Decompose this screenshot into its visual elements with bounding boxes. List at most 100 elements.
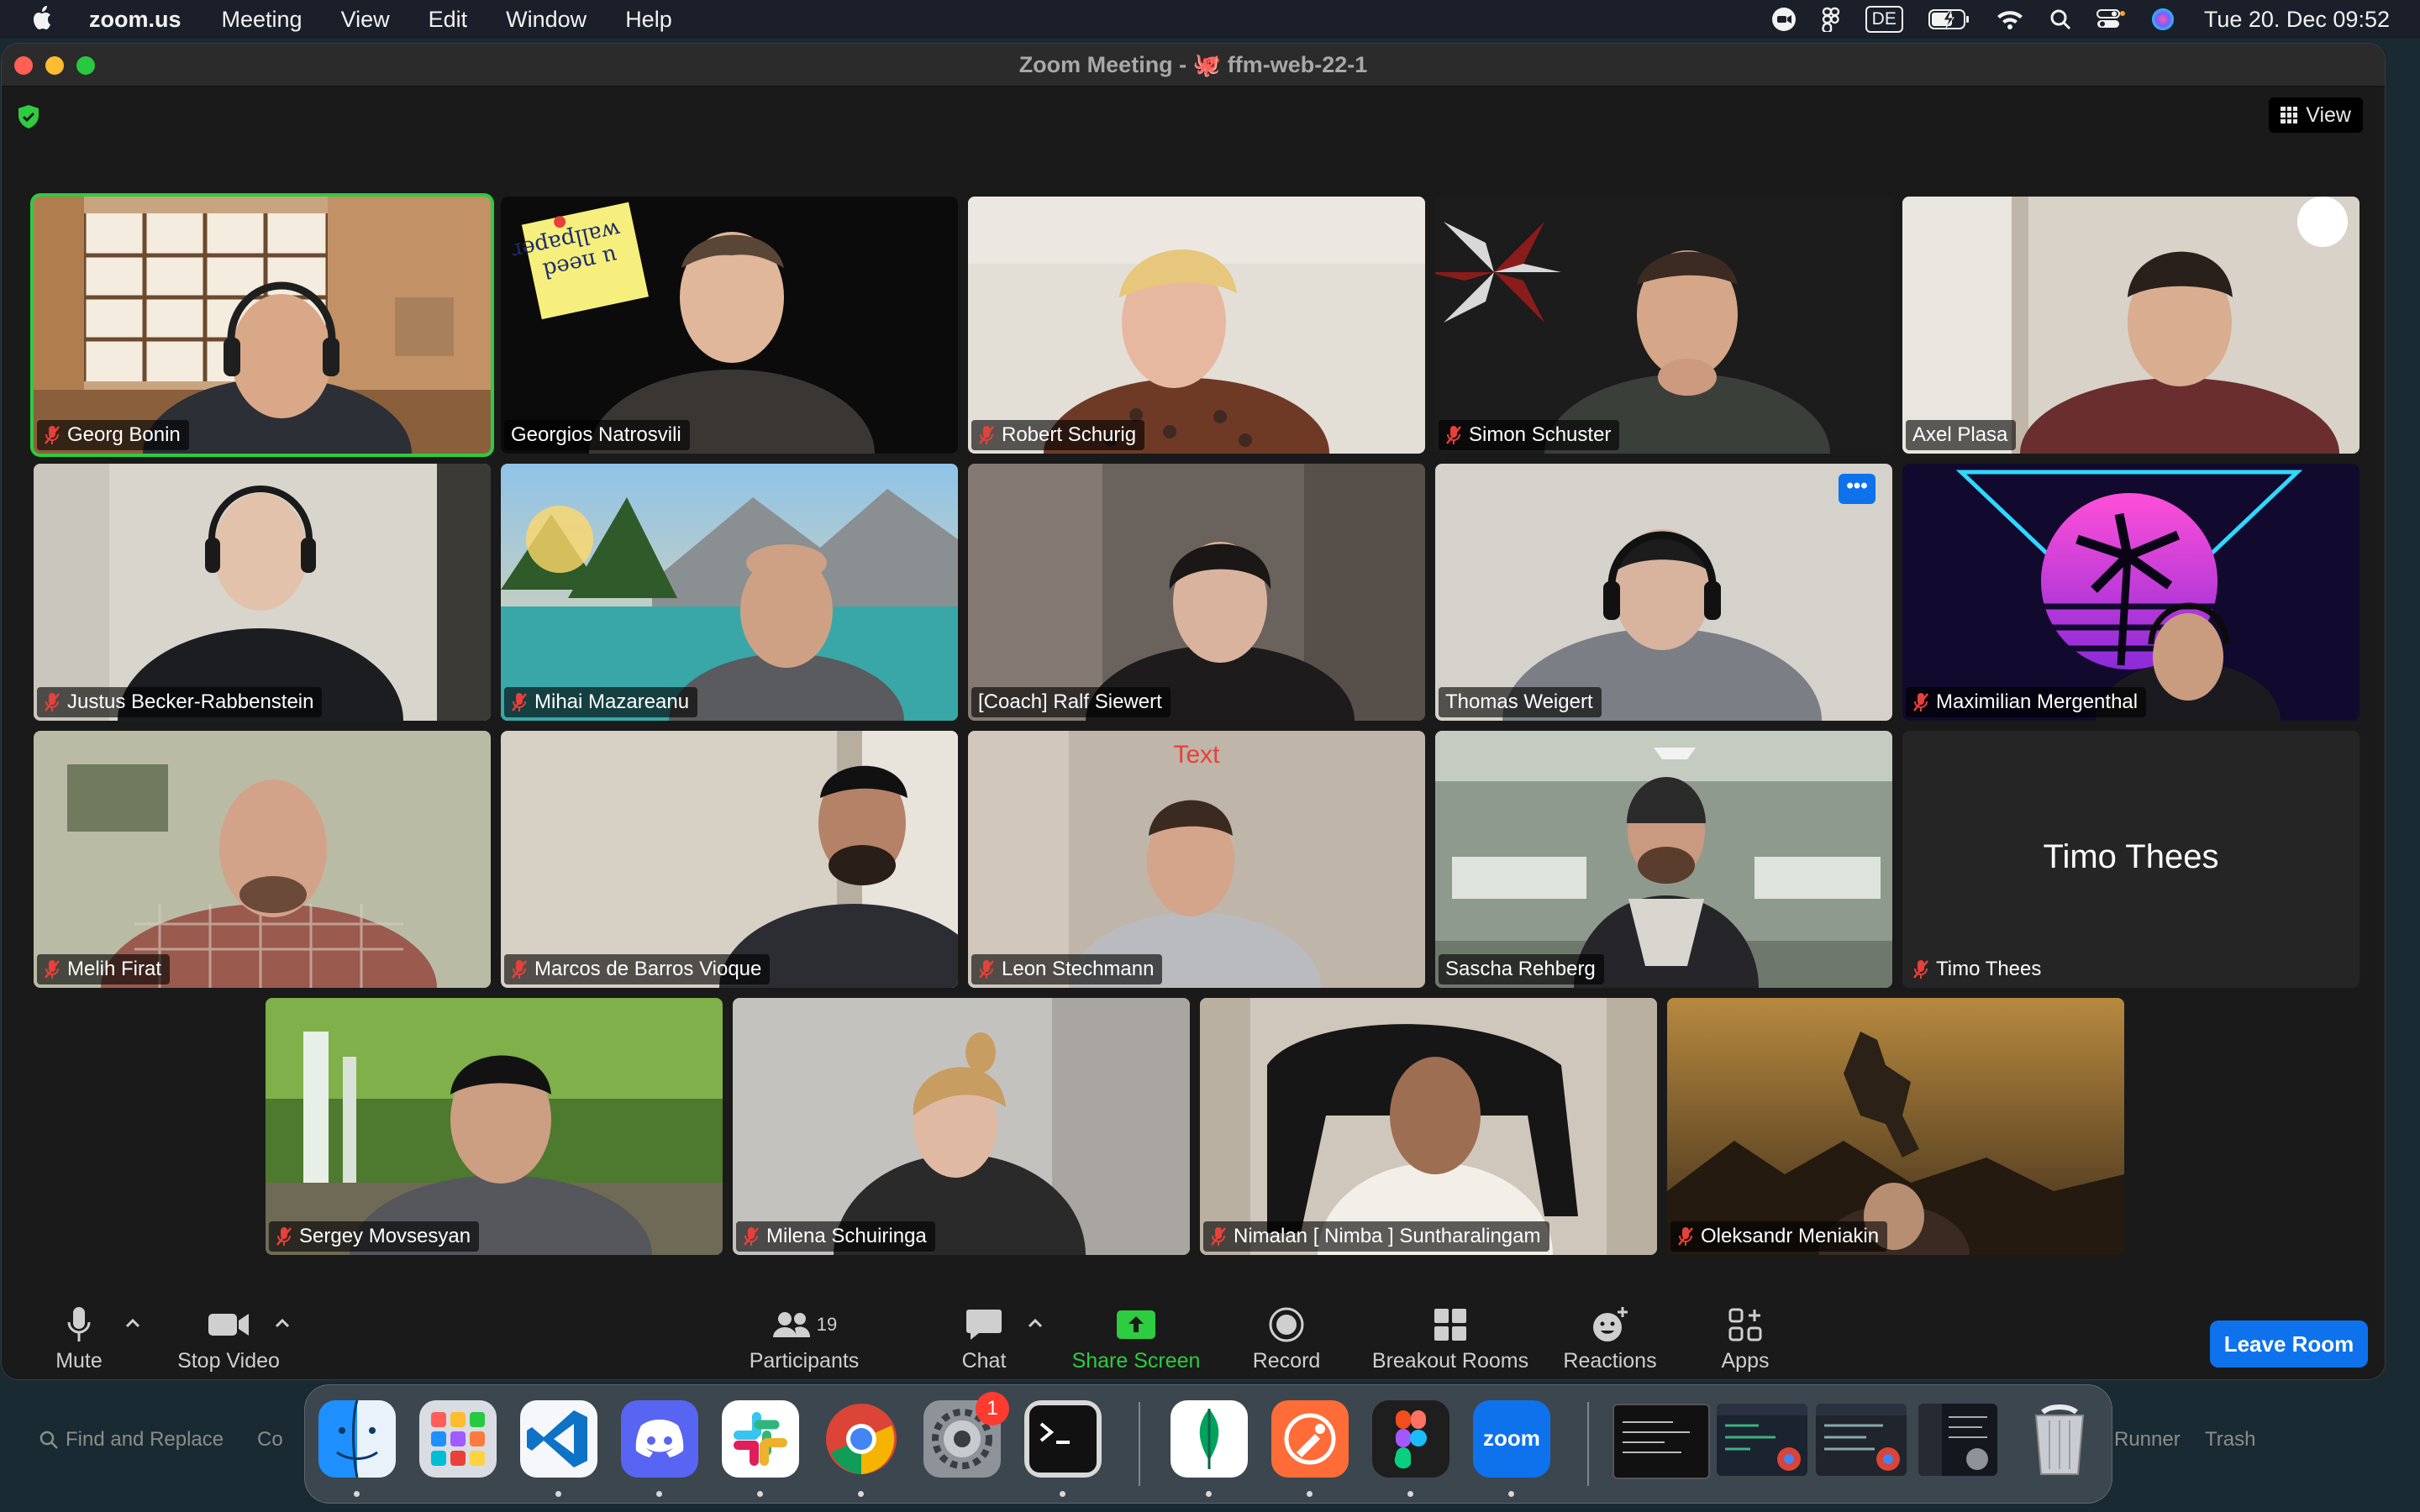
video-tile-ralf-siewert[interactable]: [Coach] Ralf Siewert <box>968 464 1425 721</box>
terminal-dock-icon[interactable] <box>1024 1400 1102 1478</box>
video-feed <box>1902 197 2360 454</box>
video-tile-simon-schuster[interactable]: Simon Schuster <box>1435 197 1892 454</box>
encryption-shield-icon[interactable] <box>17 104 40 129</box>
video-tile-georgios-natrosvili[interactable]: u need wallpaper Georgios Natrosvili <box>501 197 958 454</box>
figma-dock-icon[interactable] <box>1372 1400 1449 1478</box>
video-tile-maximilian-mergenthal[interactable]: Maximilian Mergenthal <box>1902 464 2360 721</box>
participant-more-options-button[interactable]: ••• <box>1839 474 1876 504</box>
video-tile-marcos-de-barros-vioque[interactable]: Marcos de Barros Vioque <box>501 731 958 988</box>
postman-dock-icon[interactable] <box>1271 1400 1349 1478</box>
grid-view-icon <box>2281 107 2298 123</box>
settings-notification-badge: 1 <box>976 1392 1009 1425</box>
menu-app-name[interactable]: zoom.us <box>89 7 182 33</box>
video-tile-thomas-weigert[interactable]: ••• Thomas Weigert <box>1435 464 1892 721</box>
muted-mic-icon <box>1678 1227 1693 1246</box>
video-feed <box>34 731 491 988</box>
video-options-chevron-icon[interactable] <box>274 1317 291 1329</box>
video-tile-robert-schurig[interactable]: Robert Schurig <box>968 197 1425 454</box>
record-icon <box>1269 1307 1304 1342</box>
trash-dock-icon[interactable] <box>2021 1400 2098 1478</box>
participant-name: Oleksandr Meniakin <box>1701 1225 1880 1247</box>
video-tile-axel-plasa[interactable]: Axel Plasa <box>1902 197 2360 454</box>
chat-options-chevron-icon[interactable] <box>1027 1317 1044 1329</box>
participants-icon <box>772 1312 810 1337</box>
mongodb-compass-dock-icon[interactable] <box>1171 1400 1248 1478</box>
find-replace-label: Find and Replace <box>66 1428 224 1451</box>
video-tile-sergey-movsesyan[interactable]: Sergey Movsesyan <box>266 998 723 1255</box>
vscode-dock-icon[interactable] <box>520 1400 597 1478</box>
chrome-dock-icon[interactable] <box>823 1400 900 1478</box>
minimized-browser-window-1[interactable] <box>1717 1404 1807 1476</box>
slack-dock-icon[interactable] <box>722 1400 799 1478</box>
minimized-settings-window[interactable] <box>1918 1404 1997 1476</box>
video-feed <box>1435 197 1892 454</box>
menu-edit[interactable]: Edit <box>429 7 468 33</box>
wifi-icon[interactable] <box>1996 8 2024 30</box>
window-titlebar[interactable]: Zoom Meeting - 🐙 ffm-web-22-1 <box>2 44 2385 87</box>
runner-item[interactable]: Runner <box>2114 1428 2181 1452</box>
participant-name-tag: Axel Plasa <box>1906 420 2017 450</box>
muted-mic-icon <box>744 1227 759 1246</box>
figma-status-icon[interactable] <box>1821 7 1840 32</box>
video-tile-milena-schuiringa[interactable]: Milena Schuiringa <box>733 998 1190 1255</box>
leave-room-button[interactable]: Leave Room <box>2210 1320 2368 1368</box>
apple-logo-icon[interactable] <box>30 4 55 33</box>
minimized-terminal-window[interactable] <box>1612 1404 1710 1479</box>
video-feed <box>501 464 958 721</box>
siri-icon[interactable] <box>2150 7 2175 32</box>
participant-name-tag: Sergey Movsesyan <box>269 1221 480 1252</box>
muted-mic-icon <box>1913 693 1928 711</box>
input-language-indicator[interactable]: DE <box>1865 6 1903 33</box>
video-tile-justus-becker-rabbenstein[interactable]: Justus Becker-Rabbenstein <box>34 464 491 721</box>
participant-name: Sascha Rehberg <box>1445 958 1596 980</box>
menu-help[interactable]: Help <box>625 7 672 33</box>
battery-charging-icon[interactable] <box>1928 8 1970 30</box>
video-tile-georg-bonin[interactable]: Georg Bonin <box>34 197 491 454</box>
participant-name-tag: Timo Thees <box>1906 954 2049 984</box>
video-feed <box>1435 464 1892 721</box>
zoom-dock-icon[interactable]: zoom <box>1473 1400 1550 1478</box>
share-screen-button[interactable]: Share Screen <box>1062 1295 1210 1379</box>
zoom-status-icon[interactable] <box>1771 7 1797 32</box>
breakout-rooms-button[interactable]: Breakout Rooms <box>1366 1295 1534 1379</box>
video-tile-melih-firat[interactable]: Melih Firat <box>34 731 491 988</box>
video-tile-nimalan-suntharalingam[interactable]: Nimalan [ Nimba ] Suntharalingam <box>1200 998 1657 1255</box>
minimized-browser-window-2[interactable] <box>1816 1404 1907 1476</box>
stop-video-button[interactable]: Stop Video <box>168 1295 289 1379</box>
video-tile-oleksandr-meniakin[interactable]: Oleksandr Meniakin <box>1667 998 2124 1255</box>
reactions-button[interactable]: Reactions <box>1558 1295 1662 1379</box>
video-tile-leon-stechmann[interactable]: Text Leon Stechmann <box>968 731 1425 988</box>
discord-dock-icon[interactable] <box>621 1400 698 1478</box>
control-center-icon[interactable] <box>2096 8 2125 30</box>
apps-button[interactable]: Apps <box>1711 1295 1780 1379</box>
participant-name: Axel Plasa <box>1912 423 2008 446</box>
truncated-bg-item: Co <box>257 1428 283 1451</box>
mute-button[interactable]: Mute <box>35 1295 123 1379</box>
record-button[interactable]: Record <box>1240 1295 1333 1379</box>
finder-dock-icon[interactable] <box>318 1400 396 1478</box>
video-off-display-name: Timo Thees <box>2043 838 2219 875</box>
overlay-annotation-text: Text <box>1173 741 1220 769</box>
audio-options-chevron-icon[interactable] <box>124 1317 141 1329</box>
launchpad-dock-icon[interactable] <box>419 1400 497 1478</box>
meeting-controls-toolbar: Mute Stop Video 19 Participants Chat Sha… <box>2 1295 2385 1379</box>
participant-name: Justus Becker-Rabbenstein <box>67 690 314 713</box>
menu-view[interactable]: View <box>341 7 390 33</box>
find-replace-item[interactable]: Find and Replace <box>39 1428 224 1452</box>
trash-item[interactable]: Trash <box>2205 1428 2255 1452</box>
participants-button[interactable]: 19 Participants <box>741 1295 867 1379</box>
participant-name: Thomas Weigert <box>1445 690 1593 713</box>
menu-meeting[interactable]: Meeting <box>222 7 302 33</box>
video-tile-timo-thees[interactable]: Timo Thees Timo Thees <box>1902 731 2360 988</box>
video-tile-mihai-mazareanu[interactable]: Mihai Mazareanu <box>501 464 958 721</box>
participant-name-tag: Georg Bonin <box>37 420 189 450</box>
video-tile-sascha-rehberg[interactable]: Sascha Rehberg <box>1435 731 1892 988</box>
spotlight-search-icon[interactable] <box>2049 8 2071 30</box>
menu-window[interactable]: Window <box>506 7 587 33</box>
video-feed <box>968 197 1425 454</box>
share-screen-label: Share Screen <box>1071 1349 1201 1373</box>
video-feed <box>1667 998 2124 1255</box>
menu-bar-clock[interactable]: Tue 20. Dec 09:52 <box>2204 7 2390 33</box>
view-layout-button[interactable]: View <box>2269 97 2363 133</box>
chat-button[interactable]: Chat <box>946 1295 1022 1379</box>
